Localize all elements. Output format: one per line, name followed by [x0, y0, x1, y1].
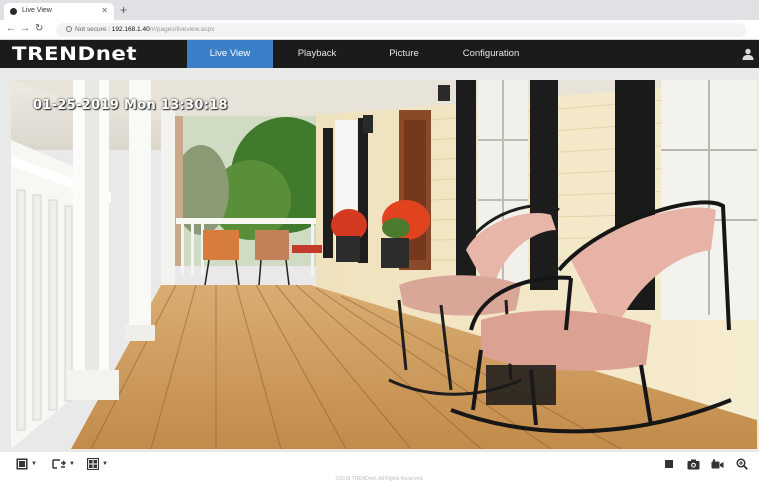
info-icon [66, 26, 72, 32]
app-header: TRENDnet Live View Playback Picture Conf… [0, 40, 759, 68]
stream-select-button[interactable]: ▼ [52, 457, 75, 471]
live-view-area: 01-25-2019 Mon 13:30:18 [0, 68, 759, 452]
copyright-footer: ©2019 TRENDnet. All Rights Reserved. [335, 476, 424, 482]
live-view-toolbar: ▼ ▼ ▼ [0, 452, 759, 476]
stop-button[interactable] [665, 457, 673, 471]
record-icon [711, 458, 724, 468]
reload-icon[interactable]: ↻ [35, 23, 43, 34]
tab-live-view[interactable]: Live View [187, 40, 273, 68]
snapshot-icon [687, 459, 700, 469]
tab-configuration[interactable]: Configuration [449, 40, 533, 68]
security-label: Not secure [75, 26, 107, 33]
window-layout-button[interactable]: ▼ [16, 457, 37, 471]
new-tab-icon[interactable]: + [120, 3, 127, 17]
chevron-down-icon: ▼ [69, 461, 75, 467]
window-layout-icon [16, 458, 28, 470]
chevron-down-icon: ▼ [31, 461, 37, 467]
aspect-ratio-icon [87, 458, 99, 470]
favicon-icon [10, 8, 17, 15]
close-tab-icon[interactable]: ✕ [101, 6, 108, 15]
browser-tab[interactable]: Live View ✕ [4, 3, 114, 20]
camera-video-feed[interactable]: 01-25-2019 Mon 13:30:18 [11, 80, 757, 449]
porch-scene-image [11, 80, 757, 449]
stop-icon [665, 460, 673, 468]
record-button[interactable] [711, 457, 724, 471]
browser-tab-bar: Live View ✕ + [0, 0, 759, 20]
tab-playback[interactable]: Playback [275, 40, 359, 68]
browser-address-bar: ← → ↻ Not secure | 192.168.1.40/#/pages/… [0, 20, 759, 40]
url-path: /#/pages/liveview.aspx [149, 26, 215, 33]
snapshot-button[interactable] [687, 457, 700, 471]
browser-tab-title: Live View [22, 7, 52, 14]
url-host: 192.168.1.40 [111, 26, 150, 33]
zoom-button[interactable] [736, 457, 748, 471]
aspect-ratio-button[interactable]: ▼ [87, 457, 108, 471]
tab-picture[interactable]: Picture [362, 40, 446, 68]
zoom-icon [736, 458, 748, 470]
url-field[interactable]: Not secure | 192.168.1.40/#/pages/livevi… [56, 23, 746, 37]
back-arrow-icon[interactable]: ← [6, 23, 16, 34]
chevron-down-icon: ▼ [102, 461, 108, 467]
user-icon[interactable] [741, 47, 755, 61]
forward-arrow-icon[interactable]: → [20, 23, 30, 34]
osd-timestamp: 01-25-2019 Mon 13:30:18 [33, 98, 228, 113]
trendnet-logo: TRENDnet [12, 43, 138, 65]
stream-select-icon [52, 459, 66, 469]
